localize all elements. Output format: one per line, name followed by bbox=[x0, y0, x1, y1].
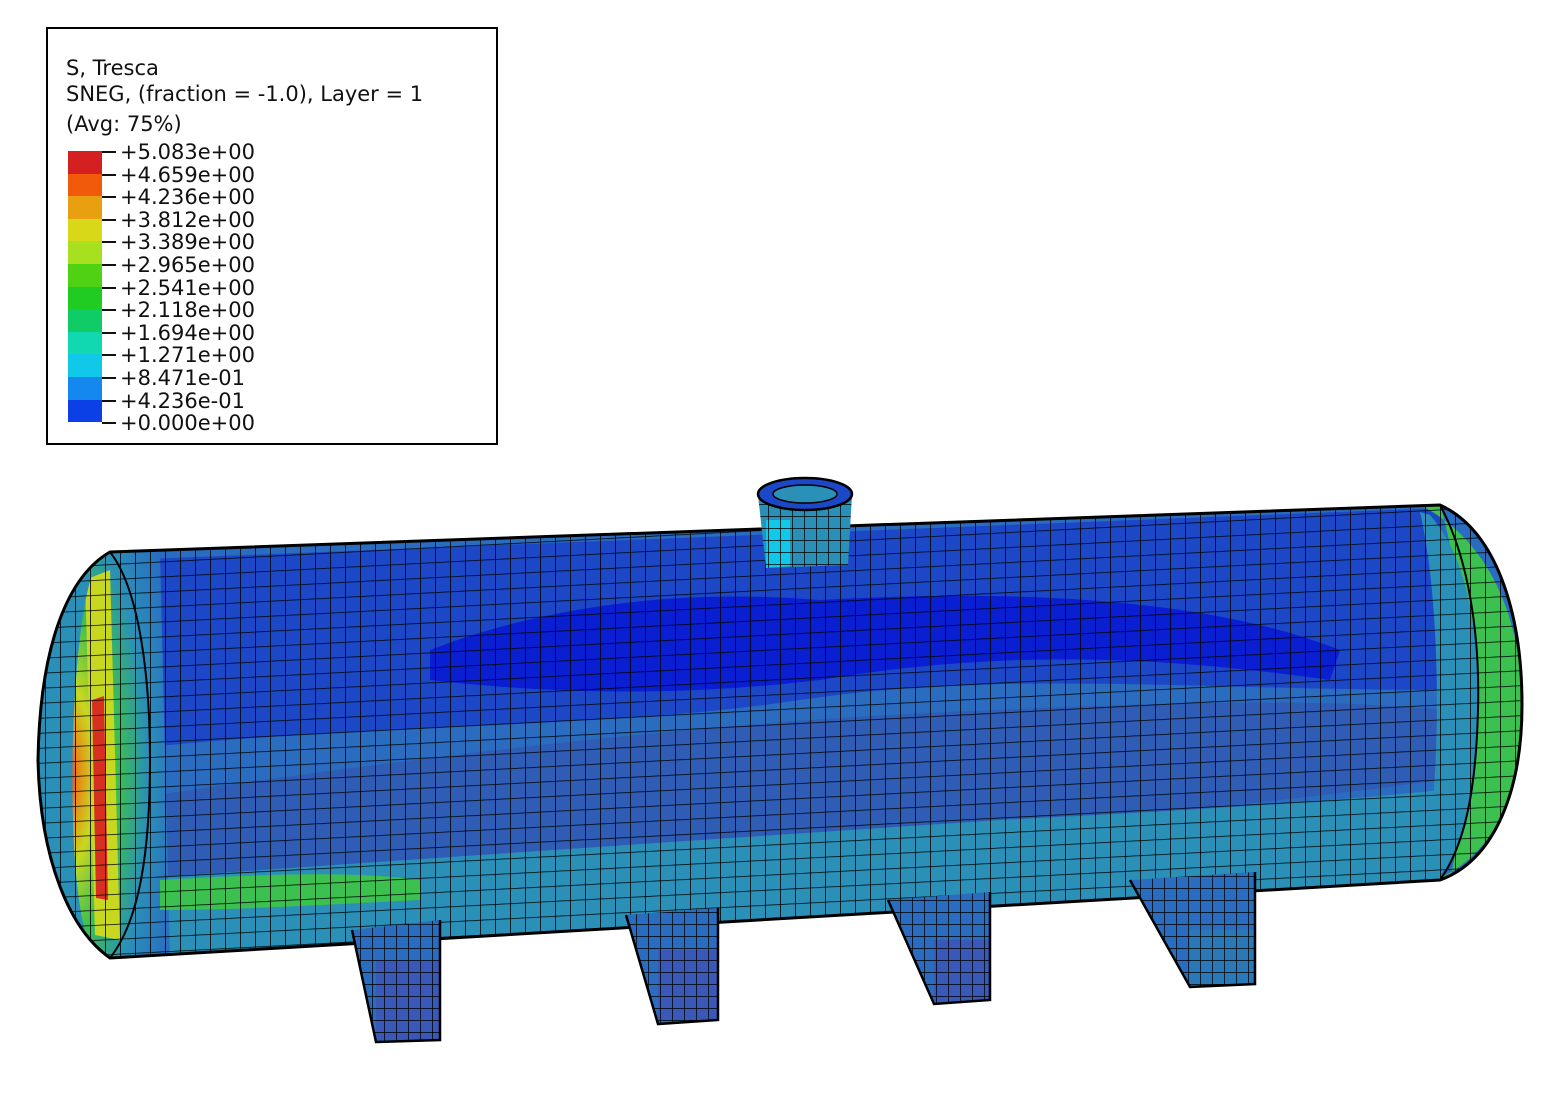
pressure-vessel-model bbox=[36, 476, 1524, 1044]
